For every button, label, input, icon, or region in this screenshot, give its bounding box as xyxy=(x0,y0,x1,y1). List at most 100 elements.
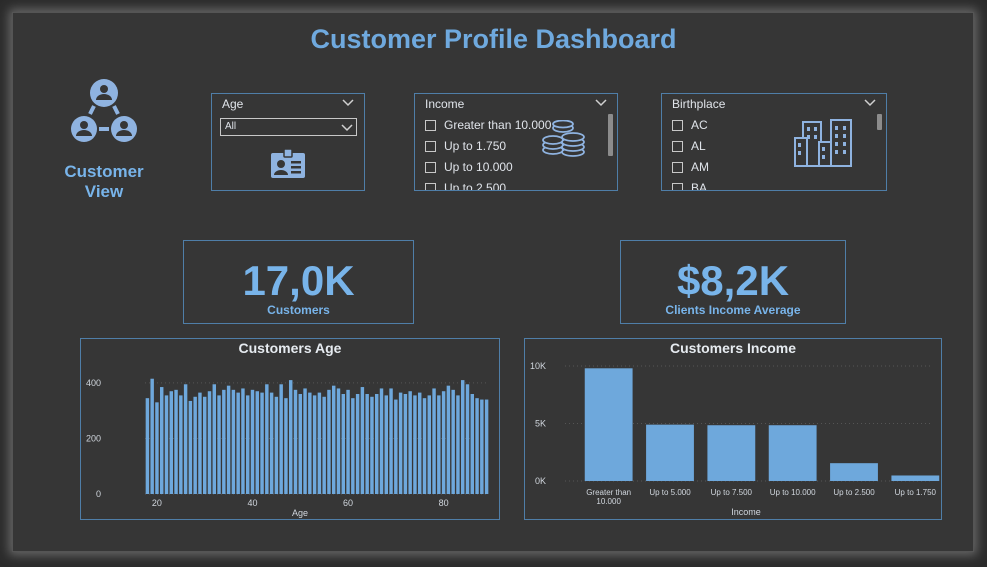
birthplace-option[interactable]: AC xyxy=(672,118,708,132)
income-option[interactable]: Up to 1.750 xyxy=(425,139,506,153)
age-bar[interactable] xyxy=(150,378,154,494)
age-bar[interactable] xyxy=(250,389,255,494)
checkbox[interactable] xyxy=(425,119,436,131)
age-bar[interactable] xyxy=(246,395,250,494)
birthplace-option[interactable]: AL xyxy=(672,139,706,153)
scrollbar[interactable] xyxy=(877,114,882,130)
age-bar[interactable] xyxy=(241,388,245,494)
age-bar[interactable] xyxy=(389,388,393,494)
age-bar[interactable] xyxy=(418,392,422,494)
age-bar[interactable] xyxy=(370,396,374,494)
age-bar[interactable] xyxy=(355,394,360,494)
chevron-down-icon[interactable] xyxy=(342,98,354,108)
age-bar[interactable] xyxy=(408,391,412,494)
age-bar[interactable] xyxy=(346,389,350,494)
age-bar[interactable] xyxy=(465,384,470,494)
chevron-down-icon[interactable] xyxy=(341,123,353,132)
age-bar[interactable] xyxy=(274,396,279,494)
age-bar[interactable] xyxy=(312,395,317,494)
age-bar[interactable] xyxy=(269,392,274,494)
age-bar[interactable] xyxy=(160,387,164,494)
birthplace-option[interactable]: AM xyxy=(672,160,709,174)
age-bar[interactable] xyxy=(279,384,283,494)
age-bar[interactable] xyxy=(375,394,379,494)
age-bar[interactable] xyxy=(475,398,479,494)
age-bar[interactable] xyxy=(441,391,446,494)
age-bar[interactable] xyxy=(413,395,417,494)
income-slicer[interactable]: Income Greater than 10.000 Up to 1.750 U… xyxy=(414,93,618,191)
age-bar[interactable] xyxy=(379,388,384,494)
age-bar[interactable] xyxy=(332,385,336,494)
age-bar[interactable] xyxy=(360,387,365,494)
age-bar[interactable] xyxy=(212,384,216,494)
income-option[interactable]: Up to 2.500 xyxy=(425,181,506,190)
income-bar[interactable] xyxy=(891,475,940,481)
age-bar[interactable] xyxy=(351,398,355,494)
age-bar[interactable] xyxy=(222,389,226,494)
age-dropdown[interactable]: All xyxy=(220,118,357,136)
income-bar[interactable] xyxy=(646,424,694,481)
chevron-down-icon[interactable] xyxy=(595,98,607,108)
age-bar[interactable] xyxy=(480,399,484,494)
checkbox[interactable] xyxy=(672,161,683,173)
age-bar[interactable] xyxy=(327,389,331,494)
age-bar[interactable] xyxy=(179,395,183,494)
checkbox[interactable] xyxy=(425,140,436,152)
age-bar[interactable] xyxy=(289,380,293,494)
checkbox[interactable] xyxy=(425,161,436,173)
age-bar[interactable] xyxy=(203,396,207,494)
income-bar[interactable] xyxy=(707,425,756,481)
age-bar[interactable] xyxy=(484,399,489,494)
age-bar[interactable] xyxy=(427,395,431,494)
age-bar[interactable] xyxy=(398,392,403,494)
scrollbar[interactable] xyxy=(608,114,613,156)
age-bar[interactable] xyxy=(446,385,451,494)
age-bar[interactable] xyxy=(384,395,388,494)
age-bar[interactable] xyxy=(255,391,259,494)
age-bar[interactable] xyxy=(303,388,307,494)
age-bar[interactable] xyxy=(207,391,212,494)
income-bar[interactable] xyxy=(830,463,878,481)
age-bar[interactable] xyxy=(236,392,240,494)
age-bar[interactable] xyxy=(188,400,193,494)
age-bar[interactable] xyxy=(284,398,288,494)
birthplace-slicer[interactable]: Birthplace AC AL AM BA xyxy=(661,93,887,191)
age-bar[interactable] xyxy=(183,384,188,494)
age-bar[interactable] xyxy=(145,398,150,494)
age-slicer[interactable]: Age All xyxy=(211,93,365,191)
age-bar[interactable] xyxy=(394,399,398,494)
age-bar[interactable] xyxy=(422,398,427,494)
income-bar[interactable] xyxy=(768,425,817,481)
checkbox[interactable] xyxy=(672,140,683,152)
age-bar[interactable] xyxy=(231,389,236,494)
age-bar[interactable] xyxy=(308,392,312,494)
age-bar[interactable] xyxy=(298,394,302,494)
age-bar[interactable] xyxy=(365,394,369,494)
age-bar[interactable] xyxy=(226,385,231,494)
checkbox[interactable] xyxy=(672,119,683,131)
age-bar[interactable] xyxy=(293,389,298,494)
income-bar[interactable] xyxy=(584,368,633,481)
age-bar[interactable] xyxy=(470,394,474,494)
age-bar[interactable] xyxy=(341,394,345,494)
age-bar[interactable] xyxy=(193,396,197,494)
income-option[interactable]: Greater than 10.000 xyxy=(425,118,551,132)
chevron-down-icon[interactable] xyxy=(864,98,876,108)
age-bar[interactable] xyxy=(322,396,326,494)
age-bar[interactable] xyxy=(317,392,322,494)
age-bar[interactable] xyxy=(265,384,269,494)
age-bar[interactable] xyxy=(336,388,341,494)
age-bar[interactable] xyxy=(432,388,436,494)
age-bar[interactable] xyxy=(403,394,408,494)
age-bar[interactable] xyxy=(217,395,221,494)
age-bar[interactable] xyxy=(155,402,159,494)
age-bar[interactable] xyxy=(456,395,460,494)
age-bar[interactable] xyxy=(260,392,264,494)
age-bar[interactable] xyxy=(198,392,202,494)
age-bar[interactable] xyxy=(169,391,173,494)
age-bar[interactable] xyxy=(461,380,465,494)
birthplace-option[interactable]: BA xyxy=(672,181,707,190)
income-option[interactable]: Up to 10.000 xyxy=(425,160,513,174)
checkbox[interactable] xyxy=(672,182,683,190)
age-bar[interactable] xyxy=(451,389,455,494)
